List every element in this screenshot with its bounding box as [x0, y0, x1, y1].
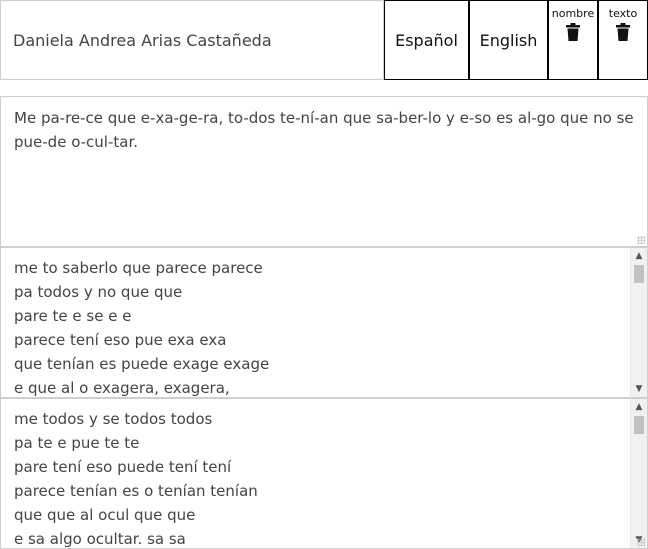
scroll-up-arrow-icon[interactable]: ▲	[631, 248, 647, 264]
list-item: e que al o exagera, exagera,	[14, 379, 230, 397]
list-item: parece tenían es o tenían tenían	[14, 482, 258, 500]
name-input[interactable]: Daniela Andrea Arias Castañeda	[0, 0, 384, 80]
resize-handle[interactable]	[637, 236, 645, 244]
scroll-up-arrow-icon[interactable]: ▲	[631, 399, 647, 415]
delete-name-button[interactable]: nombre	[548, 0, 598, 80]
name-value: Daniela Andrea Arias Castañeda	[13, 30, 272, 50]
list-item: parece tení eso pue exa exa	[14, 331, 227, 349]
scrollbar[interactable]: ▲ ▼	[630, 399, 647, 548]
delete-text-button[interactable]: texto	[598, 0, 648, 80]
list-item: pa te e pue te te	[14, 434, 140, 452]
english-button[interactable]: English	[469, 0, 548, 80]
list-item: e sa algo ocultar. sa sa	[14, 530, 186, 548]
scrollbar-thumb[interactable]	[634, 416, 644, 434]
trash-icon	[566, 23, 580, 45]
header-bar: Daniela Andrea Arias Castañeda Español E…	[0, 0, 648, 80]
spanish-button[interactable]: Español	[384, 0, 469, 80]
english-button-label: English	[479, 30, 538, 50]
word-combination-list-2[interactable]: me todos y se todos todos pa te e pue te…	[0, 398, 648, 549]
list-item: me todos y se todos todos	[14, 410, 213, 428]
list-item: que que al ocul que que	[14, 506, 196, 524]
list-item: que tenían es puede exage exage	[14, 355, 270, 373]
list-item: pa todos y no que que	[14, 283, 183, 301]
syllabified-text: Me pa-re-ce que e-xa-ge-ra, to-dos te-ní…	[14, 109, 634, 151]
delete-text-label: texto	[608, 7, 638, 20]
scroll-down-arrow-icon[interactable]: ▼	[631, 381, 647, 397]
scrollbar[interactable]: ▲ ▼	[630, 248, 647, 397]
syllabified-text-area[interactable]: Me pa-re-ce que e-xa-ge-ra, to-dos te-ní…	[0, 96, 648, 247]
delete-name-label: nombre	[551, 7, 595, 20]
list-item: pare te e se e e	[14, 307, 132, 325]
spanish-button-label: Español	[395, 30, 458, 50]
list-item: pare tení eso puede tení tení	[14, 458, 232, 476]
list-item: me to saberlo que parece parece	[14, 259, 263, 277]
word-combination-list-1[interactable]: me to saberlo que parece parece pa todos…	[0, 247, 648, 398]
resize-handle[interactable]	[637, 538, 645, 546]
trash-icon	[616, 23, 630, 45]
scrollbar-thumb[interactable]	[634, 265, 644, 283]
